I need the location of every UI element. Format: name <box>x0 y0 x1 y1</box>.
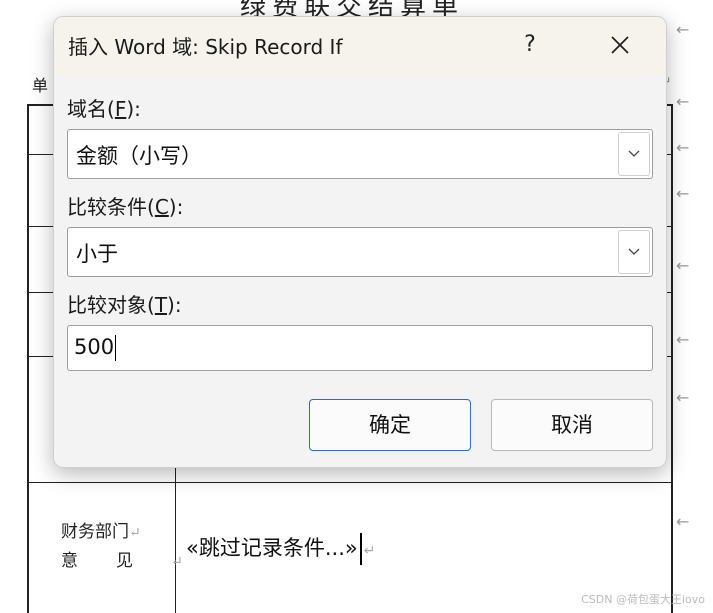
field-name-label: 域名(F): <box>67 93 141 122</box>
label-text: 域名( <box>67 97 115 121</box>
ok-button[interactable]: 确定 <box>309 399 471 451</box>
compare-to-value: 500 <box>74 335 117 361</box>
access-key: C <box>154 195 169 219</box>
margin-arrow-icon: ← <box>676 92 690 111</box>
access-key: F <box>114 97 127 121</box>
return-mark: ↵ <box>363 543 376 559</box>
cancel-button[interactable]: 取消 <box>491 399 653 451</box>
dialog-title: 插入 Word 域: Skip Record If <box>68 35 343 59</box>
comparison-value: 小于 <box>76 242 118 266</box>
return-mark: ↵ <box>171 554 183 570</box>
margin-arrow-icon: ← <box>676 388 690 407</box>
label-text: ): <box>126 97 141 121</box>
field-name-select[interactable]: 金额（小写） <box>67 129 653 179</box>
watermark: CSDN @荷包蛋大王iovo <box>581 593 705 606</box>
table-row-line <box>29 482 671 483</box>
merge-field[interactable]: «跳过记录条件...» <box>186 536 358 560</box>
margin-arrow-icon: ← <box>676 512 690 531</box>
margin-arrow-icon: ← <box>676 330 690 349</box>
finance-label-line2: 意见 <box>61 551 171 571</box>
field-name-dropdown-button[interactable] <box>618 132 650 176</box>
margin-arrow-icon: ← <box>676 138 690 157</box>
document-unit-label: 单 <box>32 76 49 95</box>
comparison-select[interactable]: 小于 <box>67 227 653 277</box>
close-button[interactable] <box>598 27 642 63</box>
access-key: T <box>154 293 168 317</box>
text-caret <box>115 335 117 361</box>
close-icon <box>611 36 629 54</box>
label-text: 比较对象( <box>67 293 155 317</box>
label-text: ): <box>167 293 182 317</box>
text-cursor <box>359 533 362 565</box>
label-text: 比较条件( <box>67 195 155 219</box>
margin-arrow-icon: ← <box>676 184 690 203</box>
margin-arrow-icon: ← <box>676 20 690 39</box>
field-name-value: 金额（小写） <box>76 144 202 168</box>
return-mark: ↵ <box>129 525 141 541</box>
chevron-down-icon <box>628 248 640 255</box>
comparison-label: 比较条件(C): <box>67 191 183 220</box>
dialog-titlebar[interactable]: 插入 Word 域: Skip Record If ? <box>54 17 666 75</box>
comparison-dropdown-button[interactable] <box>618 230 650 274</box>
compare-to-input[interactable]: 500 <box>67 325 653 371</box>
finance-label-line1: 财务部门 <box>61 522 129 542</box>
compare-to-label: 比较对象(T): <box>67 289 182 318</box>
help-button[interactable]: ? <box>516 27 544 63</box>
chevron-down-icon <box>628 150 640 157</box>
skip-record-if-dialog: 插入 Word 域: Skip Record If ? 域名(F): 金额（小写… <box>53 16 667 468</box>
compare-to-text: 500 <box>74 335 115 359</box>
finance-opinion-label: 财务部门↵ 意见↵ <box>61 518 183 576</box>
margin-arrow-icon: ← <box>676 256 690 275</box>
label-text: ): <box>168 195 184 219</box>
merge-field-cell[interactable]: «跳过记录条件...» ↵ <box>186 532 375 565</box>
